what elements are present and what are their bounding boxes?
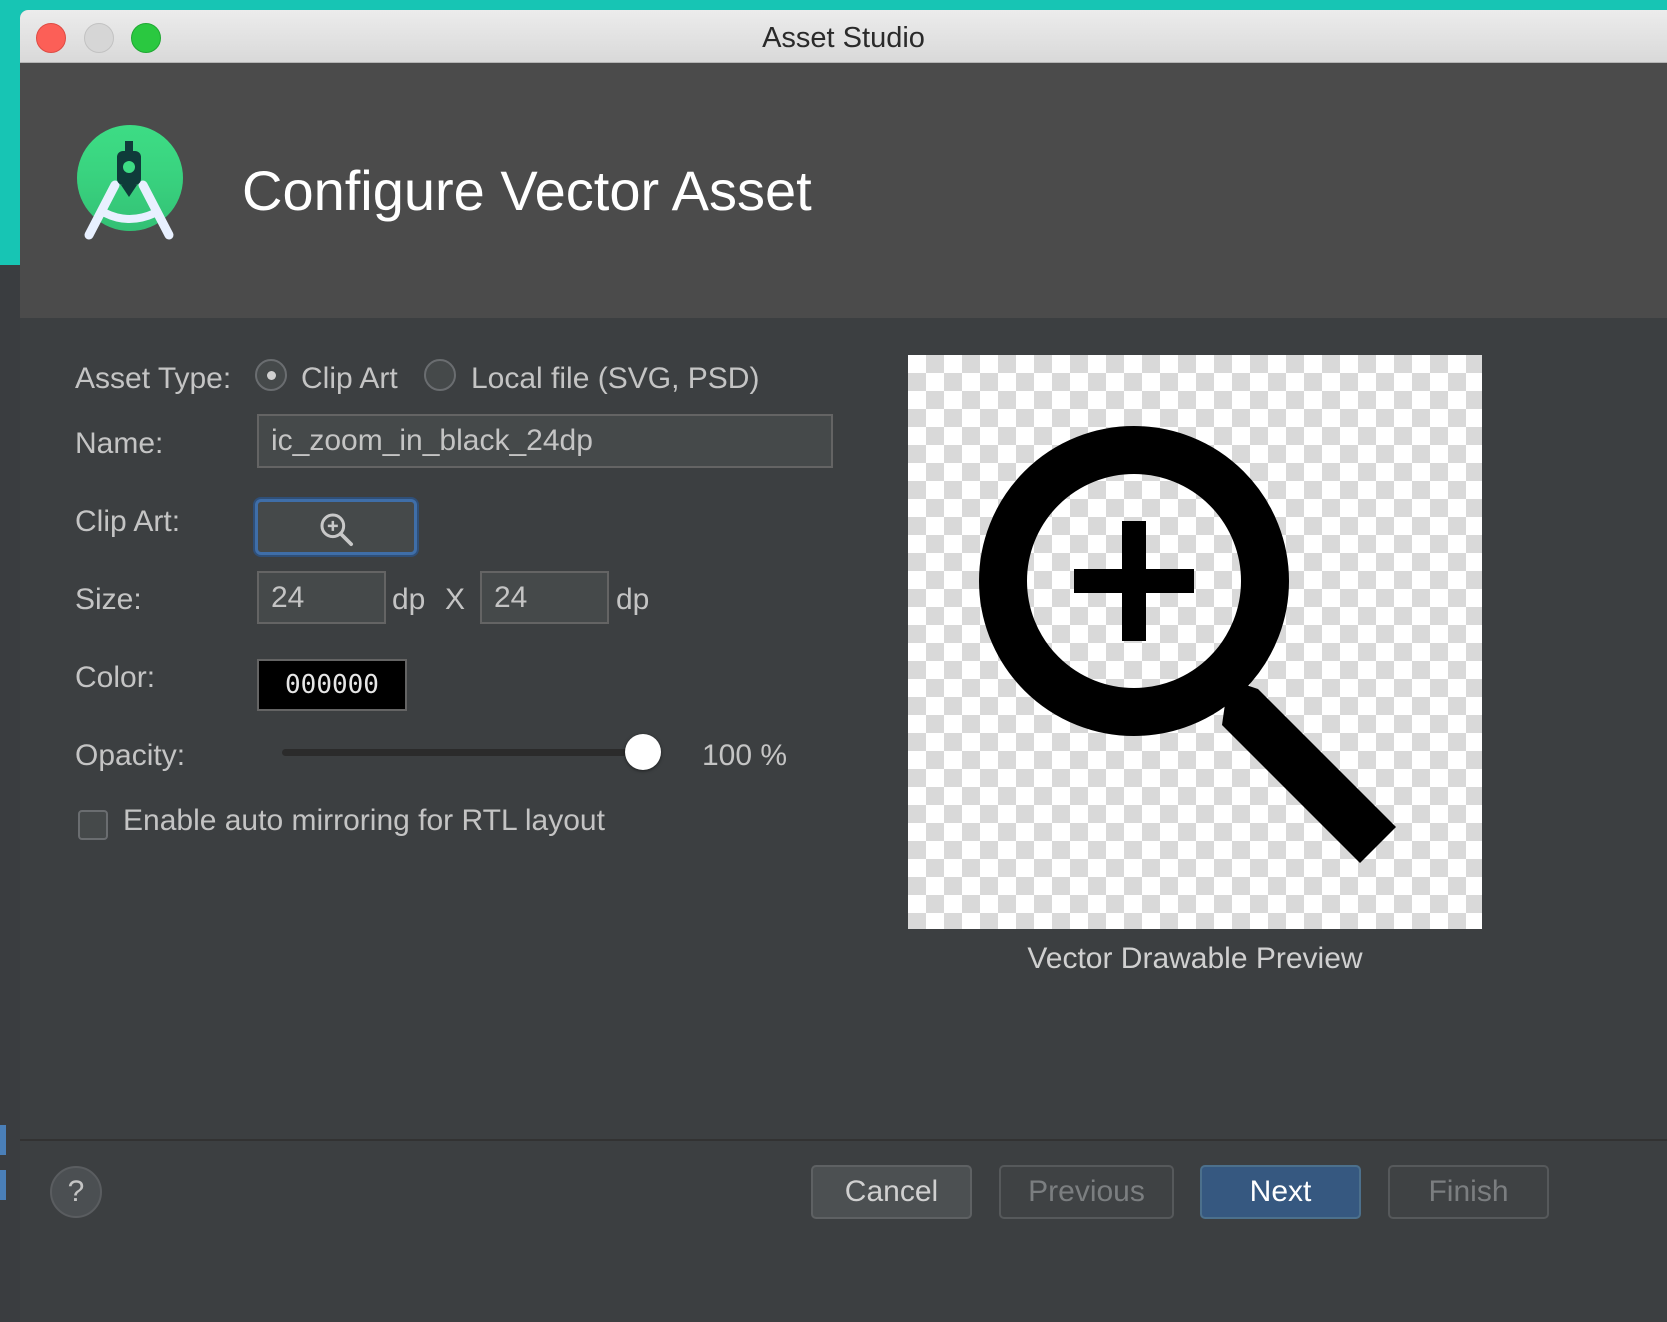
cancel-button[interactable]: Cancel <box>811 1165 972 1219</box>
wizard-header: Configure Vector Asset <box>20 63 1667 318</box>
size-height-input[interactable] <box>480 571 609 624</box>
title-bar: Asset Studio <box>20 10 1667 63</box>
previous-button[interactable]: Previous <box>999 1165 1174 1219</box>
color-label: Color: <box>75 661 156 694</box>
opacity-label: Opacity: <box>75 739 186 772</box>
preview-caption: Vector Drawable Preview <box>1027 942 1363 975</box>
size-height-unit: dp <box>616 583 650 616</box>
clip-art-label: Clip Art: <box>75 505 181 538</box>
finish-button[interactable]: Finish <box>1388 1165 1549 1219</box>
opacity-slider-track[interactable] <box>282 749 644 756</box>
clip-art-radio[interactable] <box>255 359 287 391</box>
window-title: Asset Studio <box>762 22 925 54</box>
local-file-radio-label[interactable]: Local file (SVG, PSD) <box>471 362 759 396</box>
auto-mirroring-label[interactable]: Enable auto mirroring for RTL layout <box>123 804 605 838</box>
size-separator: X <box>445 583 466 616</box>
background-window-edge <box>0 265 20 1322</box>
size-width-input[interactable] <box>257 571 386 624</box>
zoom-in-icon <box>320 513 353 546</box>
local-file-radio[interactable] <box>424 359 456 391</box>
opacity-slider-thumb[interactable] <box>625 734 661 770</box>
vector-preview-canvas <box>908 355 1482 929</box>
color-picker-swatch[interactable]: 000000 <box>257 659 407 711</box>
zoom-in-icon <box>979 426 1396 863</box>
name-input[interactable] <box>257 414 833 468</box>
clip-art-picker-button[interactable] <box>255 499 417 555</box>
help-button[interactable]: ? <box>50 1166 102 1218</box>
footer-divider <box>20 1139 1667 1141</box>
name-label: Name: <box>75 427 164 460</box>
size-label: Size: <box>75 583 142 616</box>
next-button[interactable]: Next <box>1200 1165 1361 1219</box>
auto-mirroring-checkbox[interactable] <box>78 810 108 840</box>
wizard-title: Configure Vector Asset <box>242 159 812 222</box>
asset-studio-dialog: Asset Studio Configure Vector Asset Asse… <box>20 10 1667 1322</box>
size-width-unit: dp <box>392 583 426 616</box>
android-studio-logo-icon <box>77 125 183 240</box>
clip-art-radio-label[interactable]: Clip Art <box>301 362 398 396</box>
opacity-value: 100 % <box>702 739 788 772</box>
asset-type-label: Asset Type: <box>75 362 232 395</box>
